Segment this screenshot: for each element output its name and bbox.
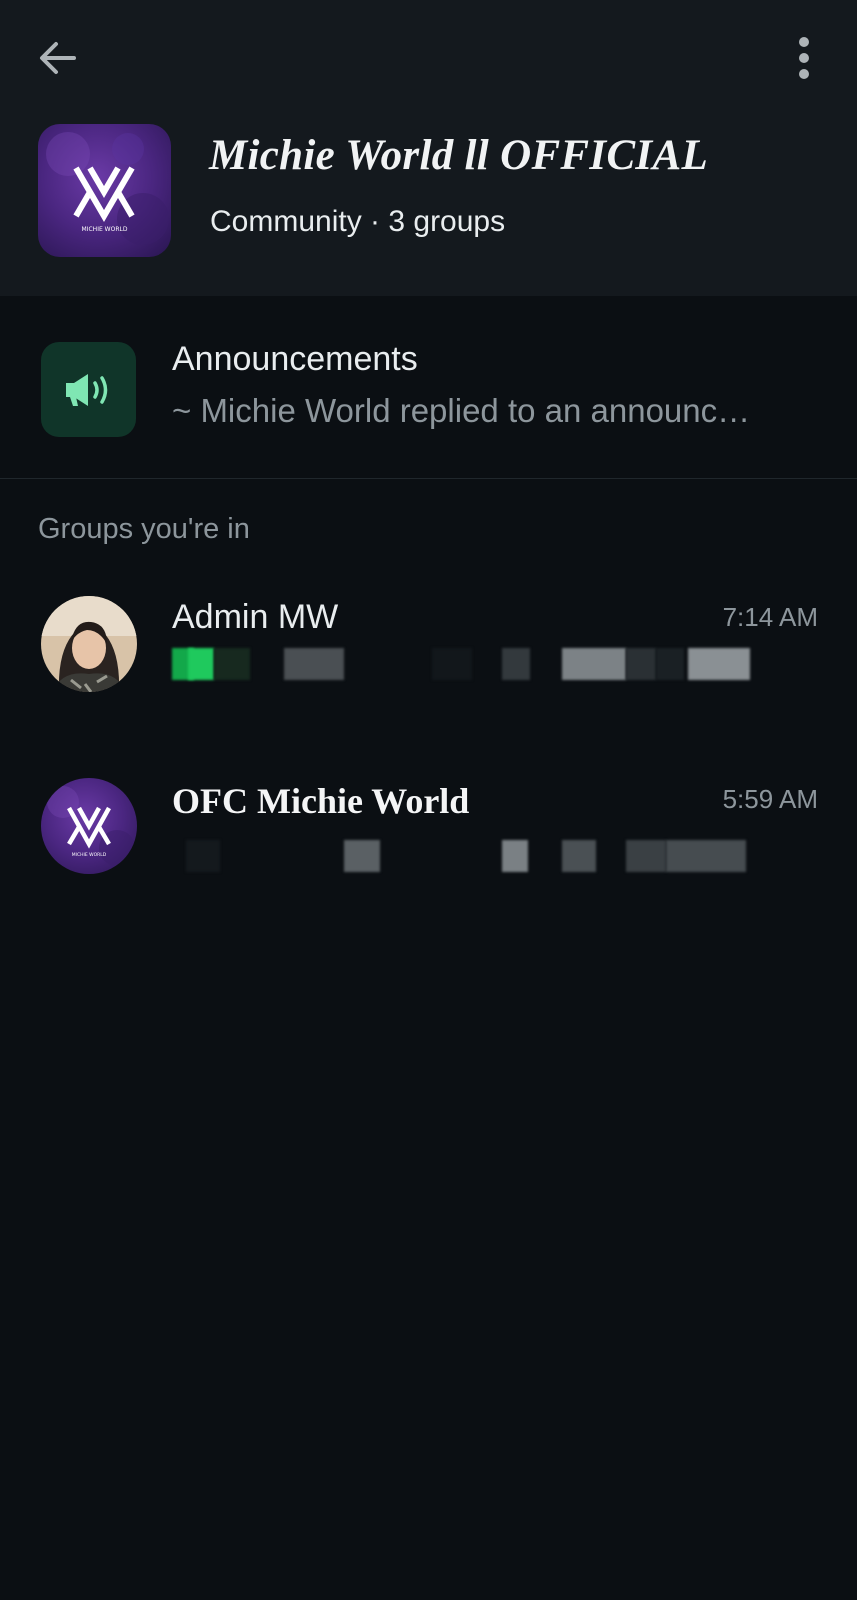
groups-section-label: Groups you're in — [38, 513, 250, 545]
avatar — [41, 596, 137, 692]
group-name: OFC Michie World — [172, 781, 470, 821]
back-button[interactable] — [34, 34, 82, 82]
community-meta: Community · 3 groups — [210, 205, 506, 238]
michie-world-logo: MICHIE WORLD — [38, 124, 171, 257]
group-row-admin-mw[interactable]: Admin MW 7:14 AM — [0, 596, 857, 746]
message-preview-redacted — [172, 840, 772, 880]
community-avatar[interactable]: MICHIE WORLD — [38, 124, 171, 257]
more-vertical-icon — [799, 37, 809, 79]
group-time: 5:59 AM — [722, 784, 818, 814]
profile-photo — [41, 596, 137, 692]
michie-world-logo: MICHIE WORLD — [41, 778, 137, 874]
announcements-preview: ~ Michie World replied to an announc… — [172, 392, 751, 429]
group-row-ofc-michie-world[interactable]: MICHIE WORLD OFC Michie World 5:59 AM — [0, 778, 857, 928]
announcements-icon-tile — [41, 342, 136, 437]
announcements-row[interactable]: Announcements ~ Michie World replied to … — [0, 320, 857, 460]
announcements-title: Announcements — [172, 340, 418, 378]
group-time: 7:14 AM — [722, 602, 818, 632]
community-name: Michie World ll OFFICIAL — [209, 132, 709, 179]
avatar: MICHIE WORLD — [41, 778, 137, 874]
megaphone-icon — [65, 373, 107, 406]
message-preview-redacted — [172, 648, 772, 688]
community-header: MICHIE WORLD Michie World ll OFFICIAL Co… — [0, 0, 857, 296]
svg-text:MICHIE WORLD: MICHIE WORLD — [82, 226, 128, 233]
arrow-left-icon — [40, 42, 76, 74]
svg-text:MICHIE WORLD: MICHIE WORLD — [72, 852, 107, 858]
more-options-button[interactable] — [782, 34, 826, 82]
group-name: Admin MW — [172, 598, 339, 636]
divider — [0, 478, 857, 479]
